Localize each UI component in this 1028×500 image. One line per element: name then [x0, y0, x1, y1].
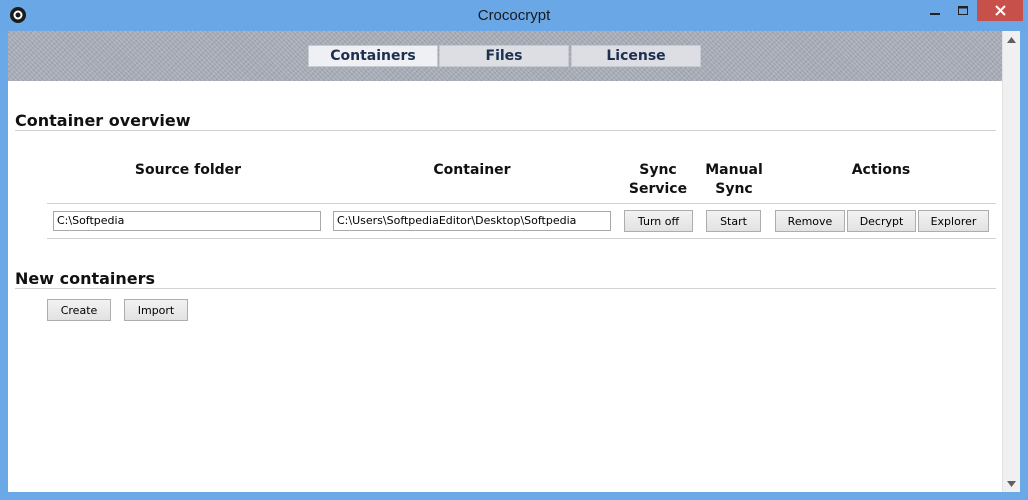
header-manual-line1: Manual [705, 162, 763, 178]
header-sync-line2: Service [628, 181, 688, 197]
remove-button[interactable]: Remove [775, 210, 845, 232]
minimize-button[interactable] [921, 0, 949, 21]
tab-containers[interactable]: Containers [308, 45, 438, 67]
window-title: Crococrypt [477, 7, 551, 24]
scroll-down-button[interactable] [1003, 475, 1020, 492]
header-sync-service: Sync Service [618, 161, 698, 199]
import-button[interactable]: Import [124, 299, 188, 321]
table-row-divider [47, 238, 996, 239]
maximize-icon [958, 5, 968, 15]
tab-license[interactable]: License [571, 45, 701, 67]
decrypt-button[interactable]: Decrypt [847, 210, 916, 232]
maximize-button[interactable] [949, 0, 977, 21]
main-panel: Containers Files License Container overv… [8, 31, 1020, 492]
section-divider [15, 130, 996, 131]
close-icon [994, 5, 1006, 16]
tab-files[interactable]: Files [439, 45, 569, 67]
start-button[interactable]: Start [706, 210, 761, 232]
header-manual-line2: Sync [715, 181, 753, 197]
app-window: Crococrypt Containers Files License Cont… [0, 0, 1028, 500]
container-path-field[interactable]: C:\Users\SoftpediaEditor\Desktop\Softped… [333, 211, 611, 231]
source-folder-field[interactable]: C:\Softpedia [53, 211, 321, 231]
section-divider [15, 288, 996, 289]
vertical-scrollbar[interactable] [1002, 31, 1020, 492]
title-bar[interactable]: Crococrypt [0, 0, 1028, 31]
container-overview-title: Container overview [15, 111, 191, 130]
header-manual-sync: Manual Sync [696, 161, 772, 199]
header-actions: Actions [851, 162, 911, 178]
explorer-button[interactable]: Explorer [918, 210, 989, 232]
close-button[interactable] [977, 0, 1023, 21]
scroll-up-button[interactable] [1003, 31, 1020, 48]
arrow-down-icon [1007, 480, 1016, 487]
create-button[interactable]: Create [47, 299, 111, 321]
header-container: Container [433, 162, 511, 178]
minimize-icon [930, 12, 940, 15]
arrow-up-icon [1007, 36, 1016, 43]
header-sync-line1: Sync [639, 162, 677, 178]
turn-off-button[interactable]: Turn off [624, 210, 693, 232]
table-header-divider [47, 203, 996, 204]
new-containers-title: New containers [15, 269, 156, 288]
header-source-folder: Source folder [134, 162, 242, 178]
tab-bar: Containers Files License [8, 31, 1002, 81]
